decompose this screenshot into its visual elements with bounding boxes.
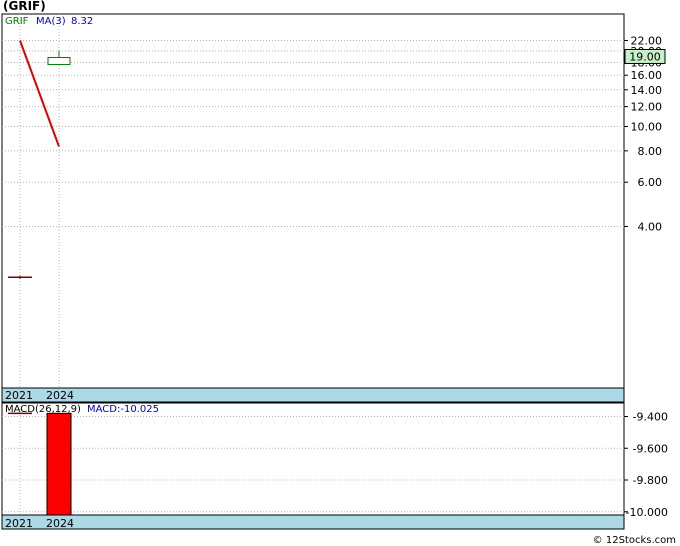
macd-xaxis-band	[1, 514, 625, 530]
price-tick-label: 12.00	[631, 101, 663, 114]
price-xaxis-band	[1, 387, 625, 403]
price-tick-label: 4.00	[638, 220, 663, 233]
macd-tick-label: -9.400	[633, 411, 668, 424]
macd-tick-label: -9.600	[633, 442, 668, 455]
price-tick-label: 16.00	[631, 69, 663, 82]
ma-label: MA(3)	[36, 16, 66, 27]
symbol-label: GRIF	[5, 16, 29, 27]
macd-bar	[46, 412, 72, 516]
price-tick-label: 10.00	[631, 121, 663, 134]
candle-body	[47, 56, 71, 65]
stock-chart: 22.0020.0018.0016.0014.0012.0010.008.006…	[1, 13, 668, 530]
ma-value: 8.32	[71, 16, 93, 27]
credit-text: © 12Stocks.com	[592, 535, 676, 546]
price-xtick-label: 2024	[46, 389, 74, 402]
price-xtick-label: 2021	[5, 389, 33, 402]
price-tick-label: 14.00	[631, 84, 663, 97]
macd-tick-label: -9.800	[633, 474, 668, 487]
price-tick-label: 6.00	[638, 176, 663, 189]
macd-value-label: MACD:-10.025	[87, 404, 159, 415]
macd-label: MACD(26,12,9)	[5, 404, 81, 415]
macd-panel	[1, 402, 625, 516]
macd-tick-label: -10.000	[626, 506, 668, 519]
last-price-label: 19.00	[629, 50, 661, 63]
price-panel	[1, 13, 625, 389]
macd-xtick-label: 2021	[5, 517, 33, 530]
price-tick-label: 8.00	[638, 145, 663, 158]
macd-xtick-label: 2024	[46, 517, 74, 530]
